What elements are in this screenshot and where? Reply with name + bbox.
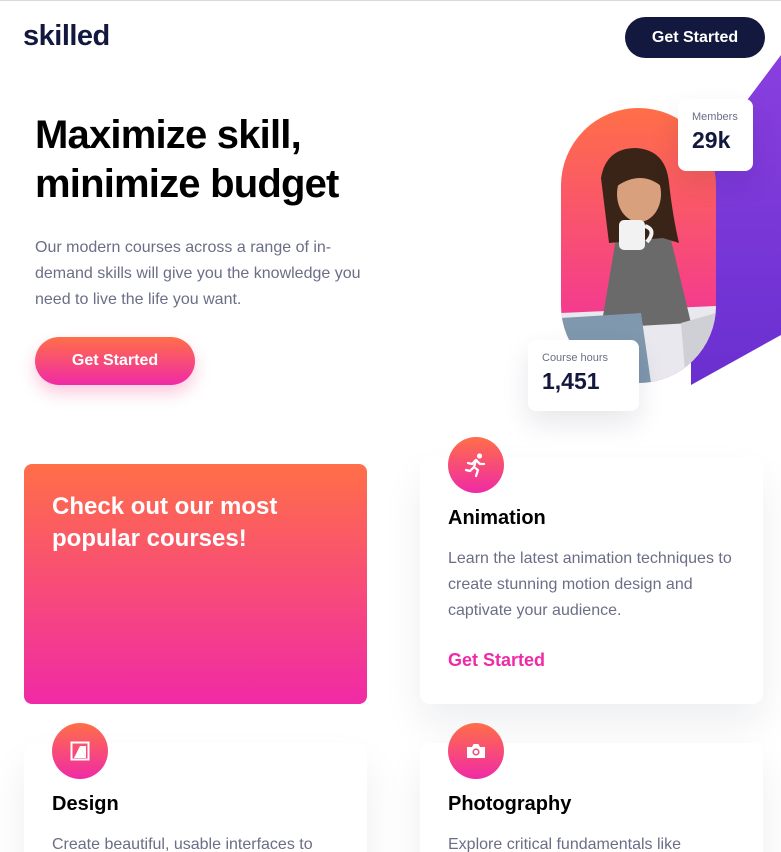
hero-title: Maximize skill, minimize budget: [35, 113, 339, 206]
members-label: Members: [692, 111, 738, 123]
animation-title: Animation: [448, 507, 546, 529]
logo[interactable]: skilled: [23, 20, 110, 53]
design-title: Design: [52, 793, 119, 815]
popular-courses-banner: Check out our most popular courses!: [24, 464, 367, 704]
course-hours-value: 1,451: [542, 368, 600, 394]
running-person-icon: [464, 453, 486, 478]
header-get-started-button[interactable]: Get Started: [625, 17, 765, 58]
design-description: Create beautiful, usable interfaces to: [52, 836, 313, 852]
hero-description: Our modern courses across a range of in-…: [35, 239, 361, 308]
course-card-animation: Animation Learn the latest animation tec…: [420, 437, 763, 704]
hero-get-started-button[interactable]: Get Started: [35, 337, 195, 385]
photography-title: Photography: [448, 793, 572, 815]
photography-icon-circle: [448, 723, 504, 779]
course-card-design: Design Create beautiful, usable interfac…: [24, 723, 367, 852]
members-value: 29k: [692, 127, 731, 153]
course-hours-stat-card: Course hours 1,451: [528, 340, 639, 411]
animation-icon-circle: [448, 437, 504, 493]
design-icon: [70, 741, 90, 761]
top-border: [0, 0, 781, 1]
members-stat-card: Members 29k: [678, 99, 753, 171]
course-hours-label: Course hours: [542, 352, 609, 364]
animation-description: Learn the latest animation techniques to…: [448, 550, 732, 619]
design-icon-circle: [52, 723, 108, 779]
photography-description: Explore critical fundamentals like: [448, 836, 681, 852]
popular-courses-title: Check out our most popular courses!: [52, 493, 278, 552]
camera-icon: [467, 744, 485, 758]
course-card-photography: Photography Explore critical fundamental…: [420, 723, 763, 852]
animation-get-started-link[interactable]: Get Started: [448, 650, 545, 671]
